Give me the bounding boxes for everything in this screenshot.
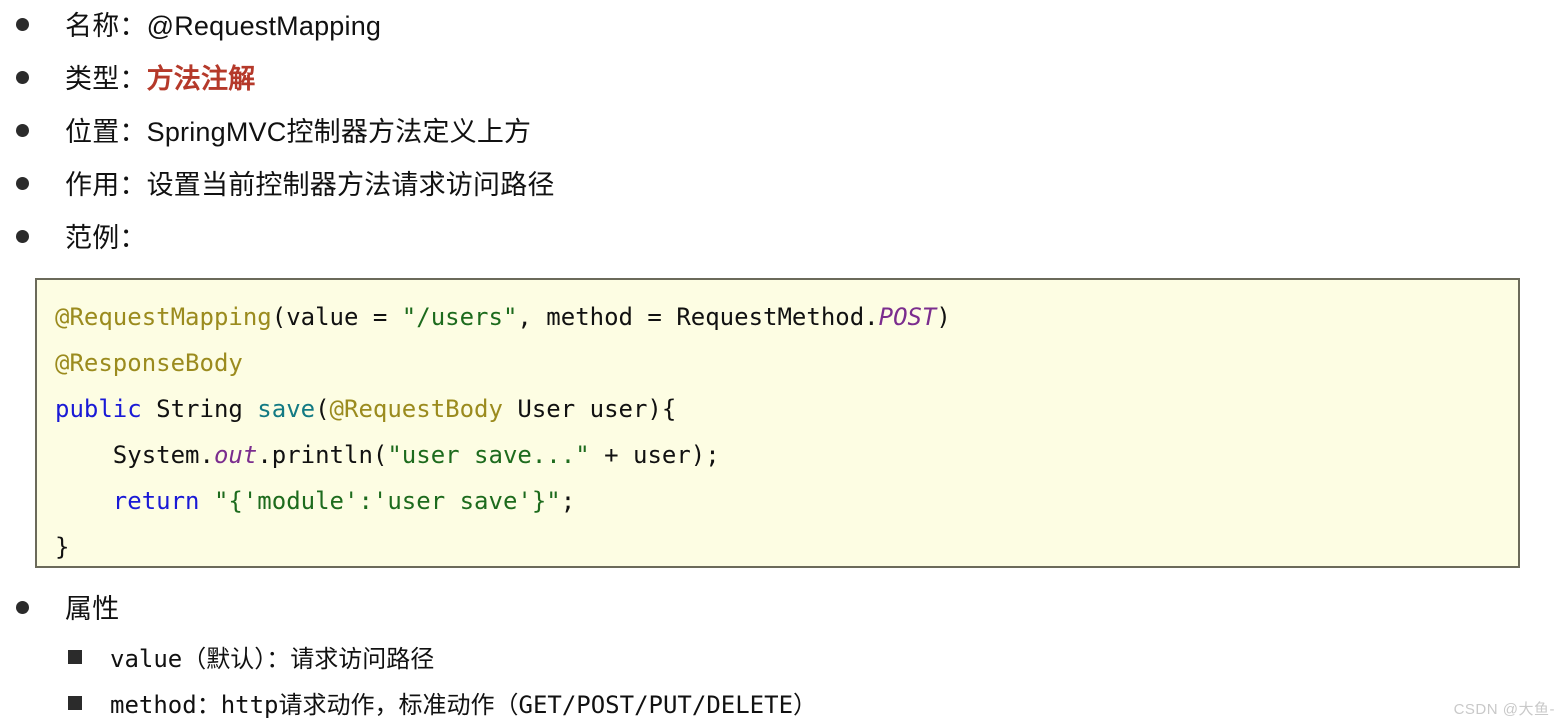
square-bullet-icon [68,696,82,710]
code-line: public String save(@RequestBody User use… [55,386,1518,432]
csdn-watermark: CSDN @大鱼- [1453,701,1555,718]
field-value-type: 方法注解 [146,64,256,94]
disc-bullet-icon [16,230,29,243]
code-token-plain: System. [55,441,214,469]
square-bullet-icon [68,650,82,664]
list-item-purpose: 作用：设置当前控制器方法请求访问路径 [0,159,1565,212]
code-token-str: "{'module':'user save'}" [213,487,561,515]
code-block[interactable]: @RequestMapping(value = "/users", method… [35,278,1520,568]
attribute-value-text: value（默认）：请求访问路径 [110,645,435,673]
code-line: System.out.println("user save..." + user… [55,432,1518,478]
list-item-content: 类型：方法注解 [65,53,255,106]
list-item-example: 范例： [0,212,1565,265]
document-page: 名称：@RequestMapping 类型：方法注解 位置：SpringMVC控… [0,0,1565,725]
disc-bullet-icon [16,601,29,614]
list-item-attribute-value: value（默认）：请求访问路径 [0,636,1565,682]
disc-bullet-icon [16,177,29,190]
code-token-plain: String [141,395,258,423]
code-token-str: "/users" [401,303,518,331]
list-item-content: 位置：SpringMVC控制器方法定义上方 [65,106,531,159]
list-item-content: 范例： [65,212,147,265]
code-token-static: out [213,441,258,469]
attributes-heading-label: 属性 [65,594,120,624]
code-token-ann: @RequestBody [329,395,503,423]
annotation-summary-list: 名称：@RequestMapping 类型：方法注解 位置：SpringMVC控… [0,0,1565,265]
list-item-attribute-method: method：http请求动作，标准动作（GET/POST/PUT/DELETE… [0,682,1565,728]
code-line: @ResponseBody [55,340,1518,386]
field-value-name: @RequestMapping [146,11,382,41]
code-lines-container: @RequestMapping(value = "/users", method… [55,294,1518,566]
code-token-kw: return [112,487,200,515]
code-token-plain: ; [560,487,576,515]
code-token-plain: + user); [589,441,720,469]
list-item-position: 位置：SpringMVC控制器方法定义上方 [0,106,1565,159]
field-value-position: SpringMVC控制器方法定义上方 [146,117,532,147]
code-token-kw: public [55,395,142,423]
code-token-plain: } [55,533,70,561]
list-item-content: 名称：@RequestMapping [65,0,381,53]
code-token-ann: @RequestMapping [55,303,272,331]
field-label-type: 类型： [65,64,147,94]
code-token-ann: @ResponseBody [55,349,243,377]
disc-bullet-icon [16,18,29,31]
code-line: return "{'module':'user save'}"; [55,478,1518,524]
list-item-content: 作用：设置当前控制器方法请求访问路径 [65,159,555,212]
code-token-plain: (value = [271,303,402,331]
code-token-plain: .println( [257,441,388,469]
code-token-plain: ( [315,395,330,423]
attribute-method-text: method：http请求动作，标准动作（GET/POST/PUT/DELETE… [110,691,818,719]
code-token-method: save [257,395,316,423]
disc-bullet-icon [16,124,29,137]
field-label-position: 位置： [65,117,147,147]
code-token-str: "user save..." [387,441,590,469]
code-line: } [55,524,1518,566]
attributes-list: 属性 value（默认）：请求访问路径 method：http请求动作，标准动作… [0,583,1565,728]
field-value-purpose: 设置当前控制器方法请求访问路径 [146,170,555,200]
field-label-purpose: 作用： [65,170,147,200]
code-token-plain: , method = RequestMethod. [517,303,879,331]
field-label-example: 范例： [65,223,147,253]
list-item-type: 类型：方法注解 [0,53,1565,106]
code-token-plain: ) [936,303,951,331]
code-token-static: POST [878,303,937,331]
list-item-name: 名称：@RequestMapping [0,0,1565,53]
list-item-attributes-heading: 属性 [0,583,1565,636]
field-label-name: 名称： [65,11,147,41]
code-token-plain: User user){ [502,395,677,423]
code-line: @RequestMapping(value = "/users", method… [55,294,1518,340]
disc-bullet-icon [16,71,29,84]
